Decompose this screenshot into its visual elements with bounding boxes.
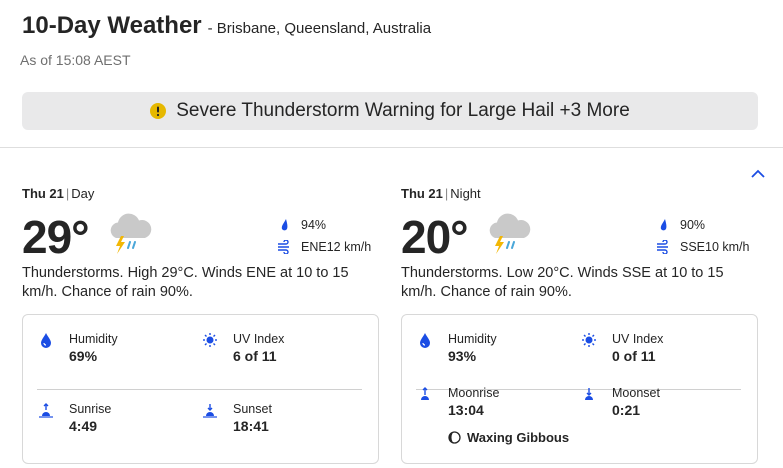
- night-stats: 90% SSE10 km/h: [656, 214, 749, 258]
- humidity-item: Humidity 93%: [418, 331, 497, 366]
- chevron-up-icon[interactable]: [748, 166, 768, 182]
- moonrise-icon: [421, 387, 429, 400]
- warning-icon: [150, 103, 167, 119]
- wind-row: ENE12 km/h: [277, 236, 371, 258]
- humidity-icon: [41, 333, 51, 348]
- sunrise-value: 4:49: [69, 418, 98, 434]
- moonrise-value: 13:04: [448, 402, 484, 418]
- wind-value: ENE12 km/h: [301, 240, 372, 254]
- day-label: Thu 21 | Day: [22, 186, 95, 201]
- alert-text: Severe Thunderstorm Warning for Large Ha…: [176, 100, 630, 121]
- moonset-label: Moonset: [612, 386, 660, 400]
- day-part: Day: [71, 186, 95, 201]
- uv-label: UV Index: [233, 332, 285, 346]
- humidity-icon: [420, 333, 430, 348]
- divider: [0, 147, 783, 148]
- uv-value: 0 of 11: [612, 348, 656, 364]
- night-panel: Thu 21 | Night 20° 90% SSE10 km/h Thunders…: [401, 186, 759, 464]
- humidity-value: 93%: [448, 348, 477, 364]
- humidity-item: Humidity 69%: [39, 331, 118, 366]
- humidity-label: Humidity: [448, 332, 497, 346]
- uv-value: 6 of 11: [233, 348, 277, 364]
- day-stats: 94% ENE12 km/h: [277, 214, 371, 258]
- precip-row: 90%: [656, 214, 749, 236]
- humidity-value: 69%: [69, 348, 98, 364]
- sunrise-label: Sunrise: [69, 402, 112, 416]
- day-details-card: Humidity 69% UV Index 6 of 11 Sunrise 4:49 …: [22, 314, 379, 464]
- moonrise-item: Moonrise 13:04: [418, 385, 499, 420]
- day-forecast-phrase: Thunderstorms. High 29°C. Winds ENE at 1…: [22, 265, 349, 300]
- sunset-icon: [203, 404, 217, 418]
- night-part: Night: [450, 186, 481, 201]
- moon-phase: Waxing Gibbous: [448, 430, 569, 445]
- night-date: Thu 21: [401, 186, 443, 201]
- wind-icon: [657, 240, 668, 254]
- day-temperature: 29°: [22, 211, 90, 263]
- thunderstorm-icon: [489, 213, 531, 254]
- night-forecast-phrase: Thunderstorms. Low 20°C. Winds SSE at 10…: [401, 265, 724, 300]
- precip-value: 90%: [680, 218, 706, 232]
- moonset-icon: [585, 388, 593, 400]
- night-temperature: 20°: [401, 211, 469, 263]
- precip-row: 94%: [277, 214, 371, 236]
- severe-weather-alert[interactable]: Severe Thunderstorm Warning for Large Ha…: [22, 92, 758, 130]
- moonset-item: Moonset 0:21: [582, 385, 660, 420]
- sunset-label: Sunset: [233, 402, 272, 416]
- sunset-value: 18:41: [233, 418, 269, 434]
- uv-sun-icon: [582, 333, 596, 347]
- moonrise-label: Moonrise: [448, 386, 500, 400]
- details-divider: [37, 389, 362, 390]
- humidity-label: Humidity: [69, 332, 118, 346]
- moon-phase-label: Waxing Gibbous: [467, 430, 570, 445]
- location-label: - Brisbane, Queensland, Australia: [207, 20, 432, 37]
- precip-value: 94%: [301, 218, 327, 232]
- uv-sun-icon: [203, 333, 217, 347]
- page-header: 10-Day Weather - Brisbane, Queensland, A…: [22, 12, 762, 40]
- night-details-card: Humidity 93% UV Index 0 of 11 Moonrise 13:0…: [401, 314, 758, 464]
- moon-phase-icon: [448, 431, 461, 444]
- day-panel: Thu 21 | Day 29° 94% ENE12 km/h Thundersto…: [22, 186, 380, 464]
- wind-value: SSE10 km/h: [680, 240, 750, 254]
- moonset-value: 0:21: [612, 402, 641, 418]
- raindrop-icon: [660, 219, 667, 231]
- night-label: Thu 21 | Night: [401, 186, 481, 201]
- day-date: Thu 21: [22, 186, 64, 201]
- wind-icon: [278, 240, 289, 254]
- sunrise-item: Sunrise 4:49: [39, 401, 111, 436]
- raindrop-icon: [281, 219, 288, 231]
- page-title: 10-Day Weather: [22, 12, 202, 39]
- wind-row: SSE10 km/h: [656, 236, 749, 258]
- uv-item: UV Index 6 of 11: [203, 331, 284, 366]
- thunderstorm-icon: [110, 213, 152, 254]
- uv-label: UV Index: [612, 332, 664, 346]
- timestamp: As of 15:08 AEST: [20, 52, 131, 68]
- sunrise-icon: [39, 403, 53, 418]
- sunset-item: Sunset 18:41: [203, 401, 272, 436]
- uv-item: UV Index 0 of 11: [582, 331, 663, 366]
